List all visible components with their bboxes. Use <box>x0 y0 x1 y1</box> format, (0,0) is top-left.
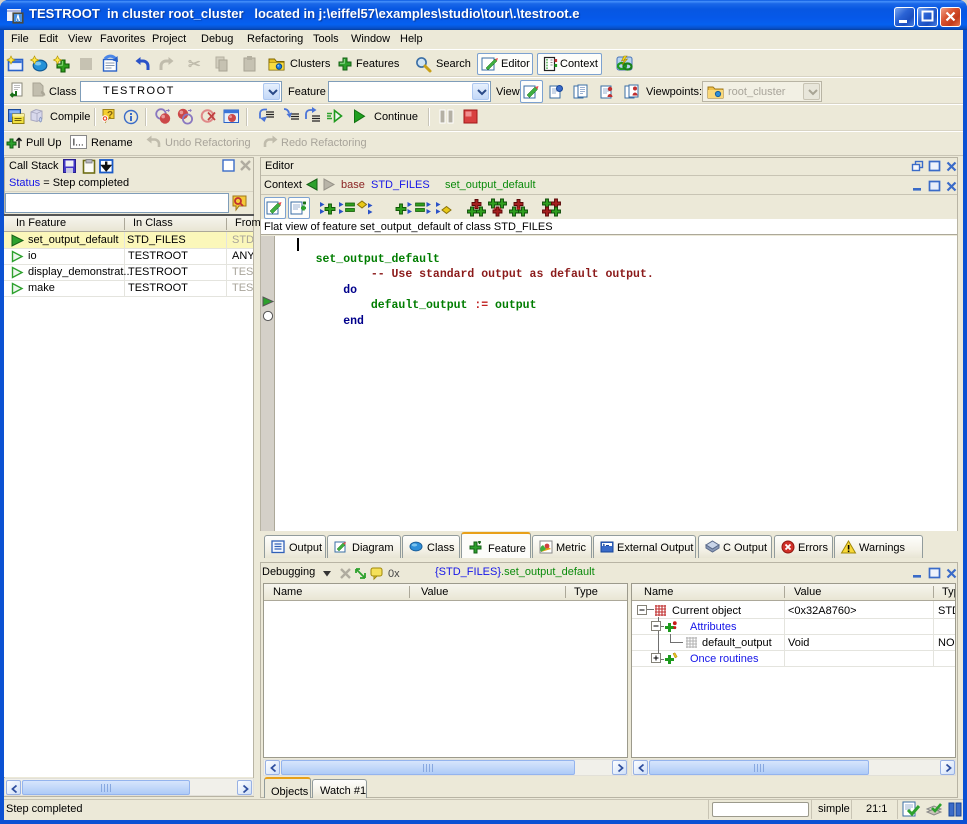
svg-text:I...: I... <box>73 138 84 149</box>
